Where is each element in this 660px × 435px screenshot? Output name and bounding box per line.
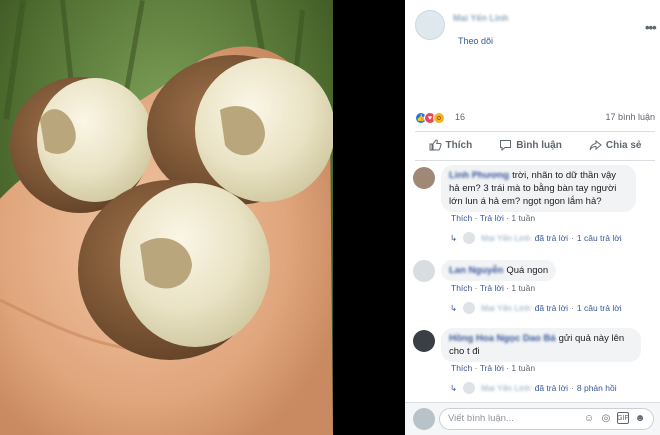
comment-time[interactable]: 1 tuần — [511, 283, 535, 293]
reply-arrow-icon: ↳ — [450, 232, 458, 243]
camera-icon[interactable]: ◎ — [600, 412, 612, 424]
comment-composer: Viết bình luận... ☺ ◎ GIF ☻ — [405, 402, 660, 435]
post-photo[interactable] — [0, 0, 333, 435]
commenter-name[interactable]: Lan Nguyễn — [449, 265, 503, 276]
commenter-name[interactable]: Linh Phương — [449, 170, 509, 181]
comment-like-link[interactable]: Thích — [451, 363, 472, 373]
comment-reply-link[interactable]: Trả lời — [480, 363, 504, 373]
comment-time[interactable]: 1 tuần — [511, 363, 535, 373]
commenter-avatar[interactable] — [413, 260, 435, 282]
comment-icon — [500, 140, 512, 151]
comment-bubble: Hồng Hoa Ngọc Dao Bá gửi quả này lên cho … — [441, 328, 641, 362]
reply-author: Mai Yến Linh — [481, 383, 531, 393]
reply-arrow-icon: ↳ — [450, 382, 458, 393]
comment-meta: Thích · Trả lời · 1 tuần — [451, 283, 536, 293]
divider — [415, 160, 655, 161]
comment-item: Lan Nguyễn Quá ngon Thích · Trả lời · 1 t… — [413, 258, 658, 318]
share-icon — [589, 139, 602, 151]
like-label: Thích — [445, 139, 473, 151]
reply-count: 1 câu trả lời — [576, 303, 622, 313]
comment-like-link[interactable]: Thích — [451, 213, 472, 223]
reply-text: đã trả lời — [534, 303, 569, 313]
reply-author: Mai Yến Linh — [481, 233, 531, 243]
reply-summary[interactable]: ↳ Mai Yến Linh đã trả lời · 1 câu trả lờ… — [450, 232, 622, 244]
comment-reply-link[interactable]: Trả lời — [480, 213, 504, 223]
reply-avatar — [463, 302, 476, 314]
reply-text: đã trả lời — [534, 233, 569, 243]
post-header: Mai Yến Linh Theo dõi ••• — [415, 10, 657, 46]
comment-time[interactable]: 1 tuần — [511, 213, 535, 223]
author-name[interactable]: Mai Yến Linh — [453, 13, 508, 23]
emoji-icon[interactable]: ☺ — [583, 412, 595, 424]
comment-item: Hồng Hoa Ngọc Dao Bá gửi quả này lên cho … — [413, 328, 658, 398]
thumbs-up-icon — [429, 139, 442, 151]
comment-meta: Thích · Trả lời · 1 tuần — [451, 363, 536, 373]
post-panel: Mai Yến Linh Theo dõi ••• 👍 ♥ o 16 17 bì… — [405, 0, 660, 435]
gif-icon[interactable]: GIF — [617, 412, 629, 424]
reply-avatar — [463, 382, 476, 394]
commenter-avatar[interactable] — [413, 167, 435, 189]
post-stats: 👍 ♥ o 16 17 bình luận — [415, 111, 655, 127]
share-button[interactable]: Chia sẻ — [589, 139, 642, 151]
comment-bubble: Lan Nguyễn Quá ngon — [441, 260, 557, 281]
composer-icons: ☺ ◎ GIF ☻ — [583, 412, 646, 424]
reply-count: 8 phản hồi — [576, 383, 617, 393]
comment-button[interactable]: Bình luận — [499, 139, 562, 151]
divider — [415, 131, 655, 132]
commenter-name[interactable]: Hồng Hoa Ngọc Dao Bá — [449, 333, 556, 344]
action-bar: Thích Bình luận Chia sẻ — [415, 133, 655, 157]
comment-meta: Thích · Trả lời · 1 tuần — [451, 213, 536, 223]
my-avatar — [413, 408, 435, 430]
reply-count: 1 câu trả lời — [576, 233, 622, 243]
comment-count[interactable]: 17 bình luận — [605, 112, 655, 122]
comment-bubble: Linh Phương trời, nhãn to dữ thần vậy hả … — [441, 165, 636, 212]
sticker-icon[interactable]: ☻ — [634, 412, 646, 424]
comment-reply-link[interactable]: Trả lời — [480, 283, 504, 293]
reaction-icons[interactable]: 👍 ♥ o — [415, 111, 445, 125]
comment-label: Bình luận — [516, 139, 562, 151]
reaction-count[interactable]: 16 — [455, 112, 465, 122]
like-button[interactable]: Thích — [429, 139, 473, 151]
photo-viewer: Mai Yến Linh Theo dõi ••• 👍 ♥ o 16 17 bì… — [0, 0, 660, 435]
author-avatar[interactable] — [415, 10, 445, 40]
follow-link[interactable]: Theo dõi — [458, 36, 493, 46]
more-dots-icon[interactable]: ••• — [645, 20, 657, 35]
comment-like-link[interactable]: Thích — [451, 283, 472, 293]
reply-arrow-icon: ↳ — [450, 302, 458, 313]
comment-item: Linh Phương trời, nhãn to dữ thần vậy hả … — [413, 165, 658, 245]
reply-summary[interactable]: ↳ Mai Yến Linh đã trả lời · 8 phản hồi — [450, 382, 617, 394]
comment-text: Quá ngon — [506, 265, 549, 276]
reply-avatar — [463, 232, 476, 244]
reply-text: đã trả lời — [534, 383, 569, 393]
wow-icon: o — [433, 112, 445, 124]
commenter-avatar[interactable] — [413, 330, 435, 352]
reply-summary[interactable]: ↳ Mai Yến Linh đã trả lời · 1 câu trả lờ… — [450, 302, 622, 314]
share-label: Chia sẻ — [605, 139, 642, 151]
reply-author: Mai Yến Linh — [481, 303, 531, 313]
